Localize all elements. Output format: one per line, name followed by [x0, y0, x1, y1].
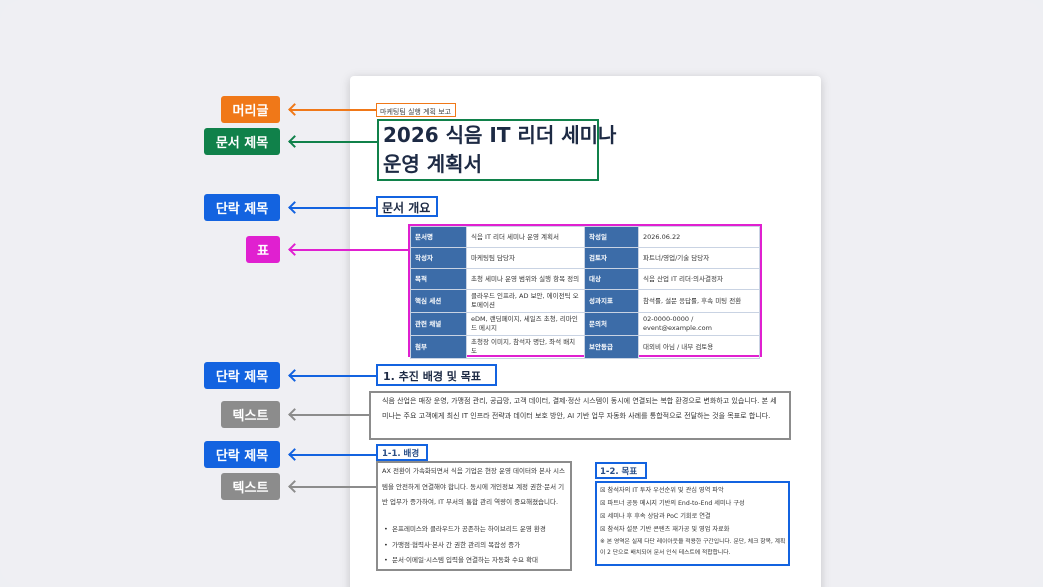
- arrow-header-icon: [288, 103, 301, 116]
- section1-title: 1. 추진 배경 및 목표: [383, 370, 481, 383]
- doc-title-line2: 운영 계획서: [383, 152, 482, 176]
- table-value-cell: 참석률, 설문 응답률, 후속 미팅 전환: [638, 289, 760, 313]
- section1-text: 식음 산업은 매장 운영, 가맹점 관리, 공급망, 고객 데이터, 결제·정산…: [382, 397, 777, 420]
- table-key-cell: 관련 채널: [410, 312, 467, 336]
- table-key-cell: 문의처: [584, 312, 639, 336]
- tag-text-2: 텍스트: [221, 473, 280, 500]
- table-key-cell: 검토자: [584, 247, 639, 269]
- arrow-sub1-icon: [288, 448, 301, 461]
- table-key-cell: 핵심 세션: [410, 289, 467, 313]
- table-key-cell: 첨부: [410, 335, 467, 359]
- table-value-cell: 식음 IT 리더 세미나 운영 계획서: [466, 226, 585, 248]
- table-key-cell: 성과지표: [584, 289, 639, 313]
- sub1-title: 1-1. 배경: [382, 449, 420, 459]
- table-value-cell: 2026.06.22: [638, 226, 760, 248]
- arrow-title-icon: [288, 135, 301, 148]
- list-item: ☒ 세미나 후 후속 상담과 PoC 기회로 연결: [600, 513, 711, 520]
- table-row: 목적 초청 세미나 운영 범위와 실행 항목 정의 대상 식음 산업 IT 리더·의사…: [410, 268, 760, 290]
- list-item: 가맹점·협력사·본사 간 권한 관리의 복잡성 증가: [382, 538, 568, 554]
- overview-table: 문서명 식음 IT 리더 세미나 운영 계획서 작성일 2026.06.22 작성자 마케…: [410, 226, 760, 359]
- arrow-title-line: [289, 141, 377, 143]
- table-key-cell: 보안등급: [584, 335, 639, 359]
- canvas: 머리글 문서 제목 단락 제목 표 단락 제목 텍스트 단락 제목 텍스트 마케…: [0, 0, 1043, 587]
- table-value-cell: 마케팅팀 담당자: [466, 247, 585, 269]
- table-key-cell: 작성자: [410, 247, 467, 269]
- table-key-cell: 작성일: [584, 226, 639, 248]
- sub2-title: 1-2. 목표: [600, 467, 638, 477]
- sub2-note: ※ 본 영역은 실제 다단 레이아웃을 적용한 구간입니다. 문단, 체크 항목…: [600, 539, 786, 556]
- overview-title: 문서 개요: [382, 201, 431, 215]
- doc-title-line1: 2026 식음 IT 리더 세미나: [383, 123, 617, 147]
- table-row: 작성자 마케팅팀 담당자 검토자 파트너/영업/기술 담당자: [410, 247, 760, 269]
- tag-section-title-2: 단락 제목: [204, 362, 280, 389]
- sub1-text: AX 전환이 가속화되면서 식음 기업은 현장 운영 데이터와 본사 시스템을 …: [382, 467, 565, 506]
- sub1-bullets: 온프레미스와 클라우드가 공존하는 하이브리드 운영 환경 가맹점·협력사·본사…: [382, 522, 568, 569]
- tag-table: 표: [246, 236, 280, 263]
- table-row: 문서명 식음 IT 리더 세미나 운영 계획서 작성일 2026.06.22: [410, 226, 760, 248]
- arrow-text-icon: [288, 408, 301, 421]
- list-item: ☒ 참석자 설문 기반 콘텐츠 재가공 및 영업 자료화: [600, 526, 730, 533]
- tag-header: 머리글: [221, 96, 280, 123]
- table-key-cell: 문서명: [410, 226, 467, 248]
- doc-header: 마케팅팀 실행 계획 보고: [380, 108, 452, 116]
- table-value-cell: eDM, 랜딩페이지, 세일즈 초청, 리마인드 메시지: [466, 312, 585, 336]
- table-row: 첨부 초청장 이미지, 참석자 명단, 좌석 배치도 보안등급 대외비 아님 / 내부…: [410, 335, 760, 359]
- table-value-cell: 02-0000-0000 / event@example.com: [638, 312, 760, 336]
- list-item: 문서·이메일·시스템 입력을 연결하는 자동화 수요 확대: [382, 553, 568, 569]
- table-row: 관련 채널 eDM, 랜딩페이지, 세일즈 초청, 리마인드 메시지 문의처 02-0…: [410, 312, 760, 336]
- arrow-text2-icon: [288, 480, 301, 493]
- table-value-cell: 대외비 아님 / 내부 검토용: [638, 335, 760, 359]
- arrow-header-line: [289, 109, 376, 111]
- tag-text: 텍스트: [221, 401, 280, 428]
- sub2-items: ☒ 참석자의 IT 투자 우선순위 및 관심 영역 파악 ☒ 파트너 공동 메시…: [600, 484, 786, 536]
- tag-section-title-3: 단락 제목: [204, 441, 280, 468]
- table-key-cell: 대상: [584, 268, 639, 290]
- list-item: 온프레미스와 클라우드가 공존하는 하이브리드 운영 환경: [382, 522, 568, 538]
- list-item: ☒ 파트너 공동 메시지 기반의 End-to-End 세미나 구성: [600, 500, 745, 507]
- arrow-table-icon: [288, 243, 301, 256]
- tag-section-title: 단락 제목: [204, 194, 280, 221]
- arrow-section1-icon: [288, 369, 301, 382]
- arrow-overview-icon: [288, 201, 301, 214]
- table-value-cell: 파트너/영업/기술 담당자: [638, 247, 760, 269]
- arrow-text2-line: [289, 486, 376, 488]
- table-value-cell: 클라우드 인프라, AD 보안, 에이전틱 오토메이션: [466, 289, 585, 313]
- arrow-section1-line: [289, 375, 376, 377]
- table-row: 핵심 세션 클라우드 인프라, AD 보안, 에이전틱 오토메이션 성과지표 참석률,…: [410, 289, 760, 313]
- table-value-cell: 초청 세미나 운영 범위와 실행 항목 정의: [466, 268, 585, 290]
- arrow-overview-line: [289, 207, 376, 209]
- table-value-cell: 식음 산업 IT 리더·의사결정자: [638, 268, 760, 290]
- tag-doc-title: 문서 제목: [204, 128, 280, 155]
- doc-title: 2026 식음 IT 리더 세미나 운영 계획서: [383, 121, 616, 179]
- list-item: ☒ 참석자의 IT 투자 우선순위 및 관심 영역 파악: [600, 487, 724, 494]
- table-value-cell: 초청장 이미지, 참석자 명단, 좌석 배치도: [466, 335, 585, 359]
- table-key-cell: 목적: [410, 268, 467, 290]
- arrow-sub1-line: [289, 454, 376, 456]
- arrow-table-line: [289, 249, 409, 251]
